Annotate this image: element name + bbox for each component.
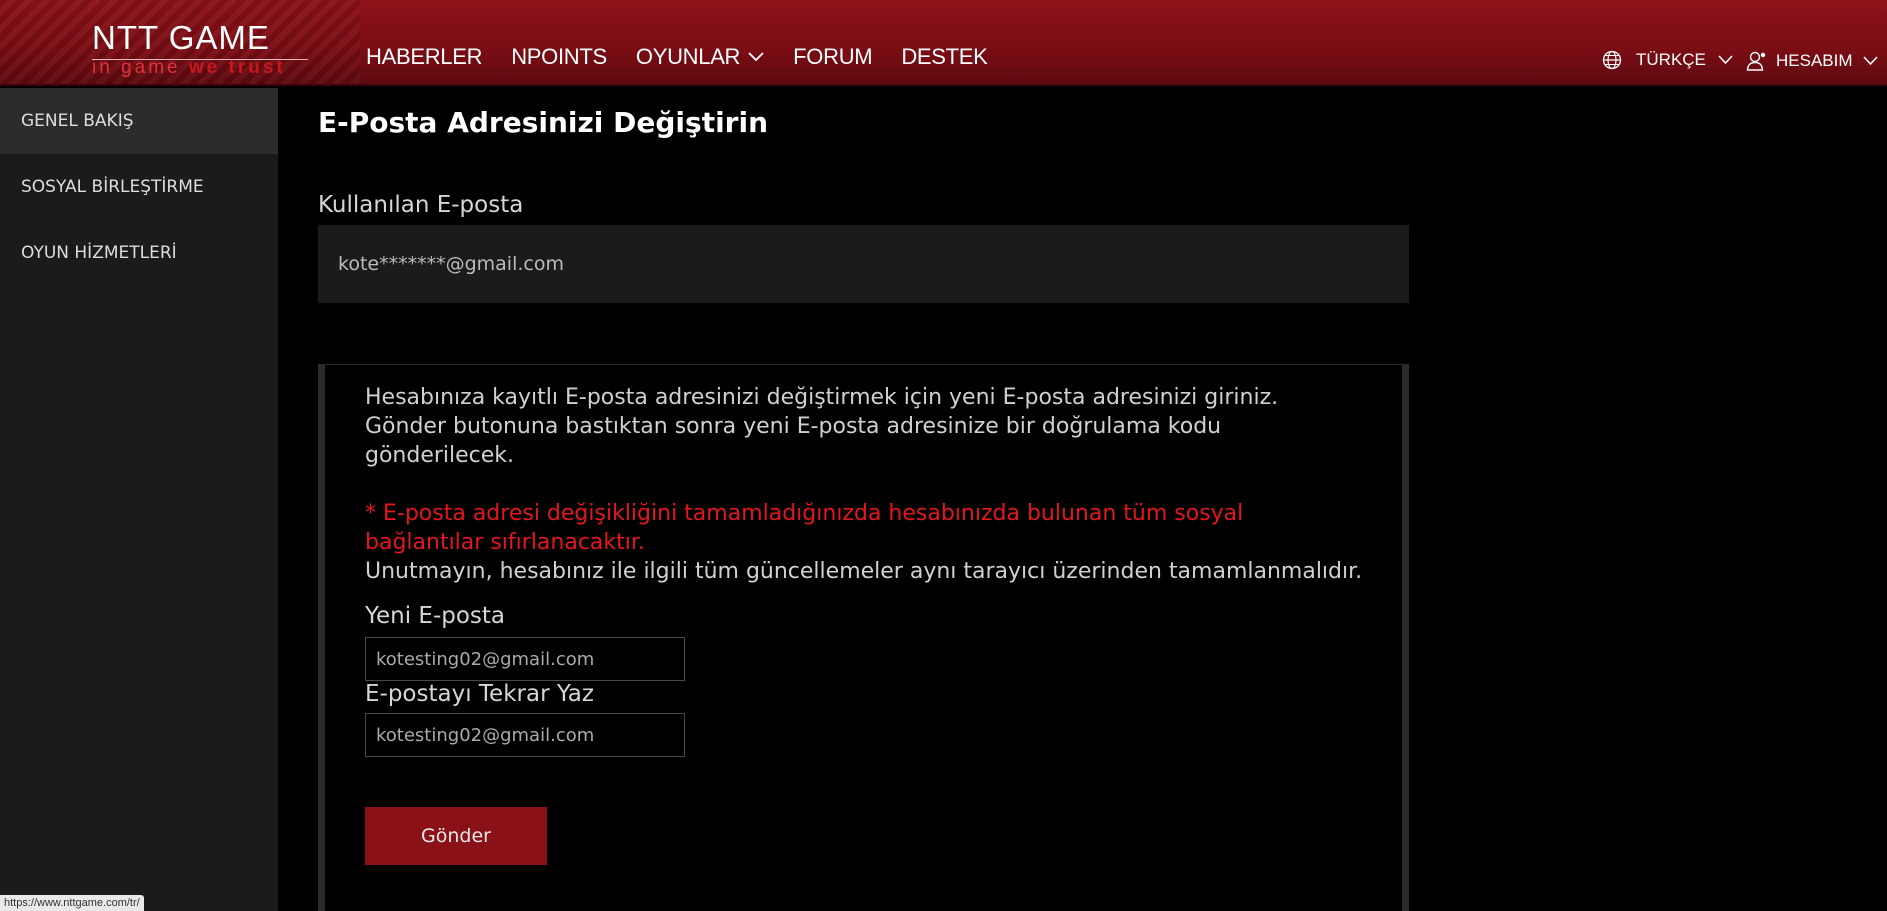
user-icon [1746,51,1766,71]
sidebar-item-label: OYUN HİZMETLERİ [21,243,177,263]
logo-divider [92,59,308,60]
chevron-down-icon [1718,55,1733,65]
top-navbar: NTT GAME in game we trust HABERLER NPOIN… [0,0,1887,86]
logo-title: NTT GAME [92,19,270,56]
repeat-email-input[interactable] [365,713,685,757]
warning-text: * E-posta adresi değişikliğini tamamladı… [365,501,1244,555]
nav-destek[interactable]: DESTEK [901,44,988,70]
current-email-value: kote*******@gmail.com [318,225,1409,303]
nav-npoints-label: NPOINTS [511,44,607,69]
nav-haberler[interactable]: HABERLER [366,44,483,70]
ntt-game-logo[interactable]: NTT GAME in game we trust [92,20,312,78]
nav-oyunlar[interactable]: OYUNLAR [636,44,764,70]
send-button[interactable]: Gönder [365,807,547,865]
current-email-label: Kullanılan E-posta [318,192,524,218]
status-bar-url: https://www.nttgame.com/tr/ [0,895,144,911]
nav-destek-label: DESTEK [901,44,988,69]
sidebar-item-sosyal-birlestirme[interactable]: SOSYAL BİRLEŞTİRME [0,154,278,220]
globe-icon [1602,50,1622,70]
logo-tagline: in game we trust [92,58,312,78]
sidebar-item-label: GENEL BAKIŞ [21,111,134,131]
sidebar-item-label: SOSYAL BİRLEŞTİRME [21,177,204,197]
nav-forum[interactable]: FORUM [793,44,872,70]
language-label: TÜRKÇE [1636,50,1706,69]
nav-oyunlar-label: OYUNLAR [635,44,741,69]
language-selector[interactable]: TÜRKÇE [1602,50,1733,70]
chevron-down-icon [1862,56,1878,66]
sidebar-item-oyun-hizmetleri[interactable]: OYUN HİZMETLERİ [0,220,278,286]
account-menu[interactable]: HESABIM [1746,50,1878,72]
sidebar: GENEL BAKIŞ SOSYAL BİRLEŞTİRME OYUN HİZM… [0,88,278,911]
nav-forum-label: FORUM [793,44,873,69]
new-email-input[interactable] [365,637,685,681]
repeat-email-label: E-postayı Tekrar Yaz [365,681,594,707]
instructions-text: Hesabınıza kayıtlı E-posta adresinizi de… [365,383,1365,586]
logo-tagline-a: in game [92,57,181,78]
nav-haberler-label: HABERLER [366,44,483,69]
note-text: Unutmayın, hesabınız ile ilgili tüm günc… [365,559,1363,584]
nav-npoints[interactable]: NPOINTS [511,44,607,70]
main-nav: HABERLER NPOINTS OYUNLAR FORUM DESTEK [366,44,1017,70]
page-title: E-Posta Adresinizi Değiştirin [318,106,769,139]
chevron-down-icon [748,52,764,62]
change-email-panel: Hesabınıza kayıtlı E-posta adresinizi de… [318,364,1409,911]
logo-tagline-b: we trust [188,57,286,78]
instructions: Hesabınıza kayıtlı E-posta adresinizi de… [365,385,1279,468]
sidebar-item-genel-bakis[interactable]: GENEL BAKIŞ [0,88,278,154]
account-label: HESABIM [1776,51,1853,70]
new-email-label: Yeni E-posta [365,603,506,629]
